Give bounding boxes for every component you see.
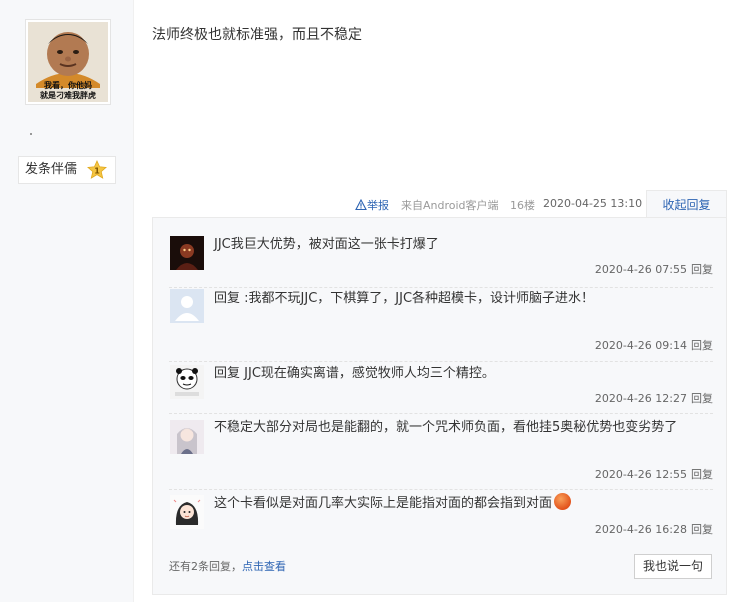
reply-compose-button[interactable]: 我也说一句 [634,554,712,579]
reply-button[interactable]: 回复 [691,339,713,352]
avatar-caption-line2: 就是刁难我胖虎 [40,91,96,100]
reply-list: JJC我巨大优势，被对面这一张卡打爆了 2020-4-26 07:55 回复 回复… [152,217,727,595]
reply-word: 回复 [214,366,241,381]
reply-divider [169,489,713,490]
more-replies-text: 还有2条回复， [169,560,242,573]
post-floor: 16楼 [510,199,535,212]
reply-text: 不稳定大部分对局也是能翻的，就一个咒术师负面，看他挂5奥秘优势也变劣势了 [214,417,709,439]
cartoon-girl-icon [170,495,204,529]
reply-text: JJC我巨大优势，被对面这一张卡打爆了 [214,234,709,256]
reply-avatar[interactable] [170,365,204,399]
author-column: 我看，你他妈 就是刁难我胖虎 发条伴儒 1 [0,0,134,602]
avatar-caption: 我看，你他妈 就是刁难我胖虎 [28,81,108,101]
post-time: 2020-04-25 13:10 [543,197,643,210]
reply-avatar[interactable] [170,420,204,454]
default-user-icon [170,289,204,323]
report-link[interactable]: 举报 [355,197,389,213]
anime-girl-icon [170,420,204,454]
reply-button[interactable]: 回复 [691,392,713,405]
reply-meta: 2020-4-26 09:14 回复 [595,337,713,353]
reply-meta: 2020-4-26 16:28 回复 [595,521,713,537]
reply-meta: 2020-4-26 12:27 回复 [595,390,713,406]
dark-figure-icon [170,236,204,270]
collapse-replies-button[interactable]: 收起回复 [646,190,727,218]
reply-button[interactable]: 回复 [691,523,713,536]
more-replies: 还有2条回复，点击查看 [169,558,286,574]
view-more-link[interactable]: 点击查看 [242,560,286,573]
reply-meta: 2020-4-26 12:55 回复 [595,466,713,482]
reply-content: JJC现在确实离谱，感觉牧师人均三个精控。 [244,366,495,381]
post-source: 来自Android客户端 [401,199,499,212]
reply-time: 2020-4-26 09:14 [594,339,687,352]
report-label: 举报 [367,199,389,212]
reply-content: JJC我巨大优势，被对面这一张卡打爆了 [214,237,439,252]
reply-time: 2020-4-26 16:28 [594,523,687,536]
reply-content: :我都不玩JJC，下棋算了，JJC各种超模卡，设计师脑子进水！ [244,291,595,306]
avatar-caption-line1: 我看，你他妈 [44,81,92,90]
author-avatar[interactable]: 我看，你他妈 就是刁难我胖虎 [25,19,111,105]
post-content: 法师终极也就标准强，而且不稳定 [152,27,362,43]
reply-button[interactable]: 回复 [691,263,713,276]
reply-time: 2020-4-26 12:27 [594,392,687,405]
reply-content: 不稳定大部分对局也是能翻的，就一个咒术师负面，看他挂5奥秘优势也变劣势了 [214,420,678,435]
reply-button[interactable]: 回复 [691,468,713,481]
reply-time: 2020-4-26 07:55 [594,263,687,276]
separator-dot [30,133,32,135]
level-badge-icon: 1 [87,160,107,179]
reply-divider [169,361,713,362]
send-button-label: 发条伴儒 [25,162,78,177]
reply-text: 回复 JJC现在确实离谱，感觉牧师人均三个精控。 [214,363,709,385]
warning-icon [355,198,367,211]
send-button[interactable]: 发条伴儒 1 [18,156,116,184]
reply-content: 这个卡看似是对面几率大实际上是能指对面的都会指到对面 [214,496,553,511]
reply-word: 回复 [214,291,241,306]
reply-text: 回复 :我都不玩JJC，下棋算了，JJC各种超模卡，设计师脑子进水！ [214,288,709,310]
reply-divider [169,413,713,414]
reply-avatar[interactable] [170,236,204,270]
reply-meta: 2020-4-26 07:55 回复 [595,261,713,277]
author-avatar-image: 我看，你他妈 就是刁难我胖虎 [28,22,108,102]
reply-text: 这个卡看似是对面几率大实际上是能指对面的都会指到对面 [214,493,709,515]
level-badge-number: 1 [94,167,100,176]
reply-time: 2020-4-26 12:55 [594,468,687,481]
panda-meme-icon [170,365,204,399]
reply-avatar[interactable] [170,495,204,529]
angry-emoji-icon [554,493,572,510]
reply-avatar[interactable] [170,289,204,323]
